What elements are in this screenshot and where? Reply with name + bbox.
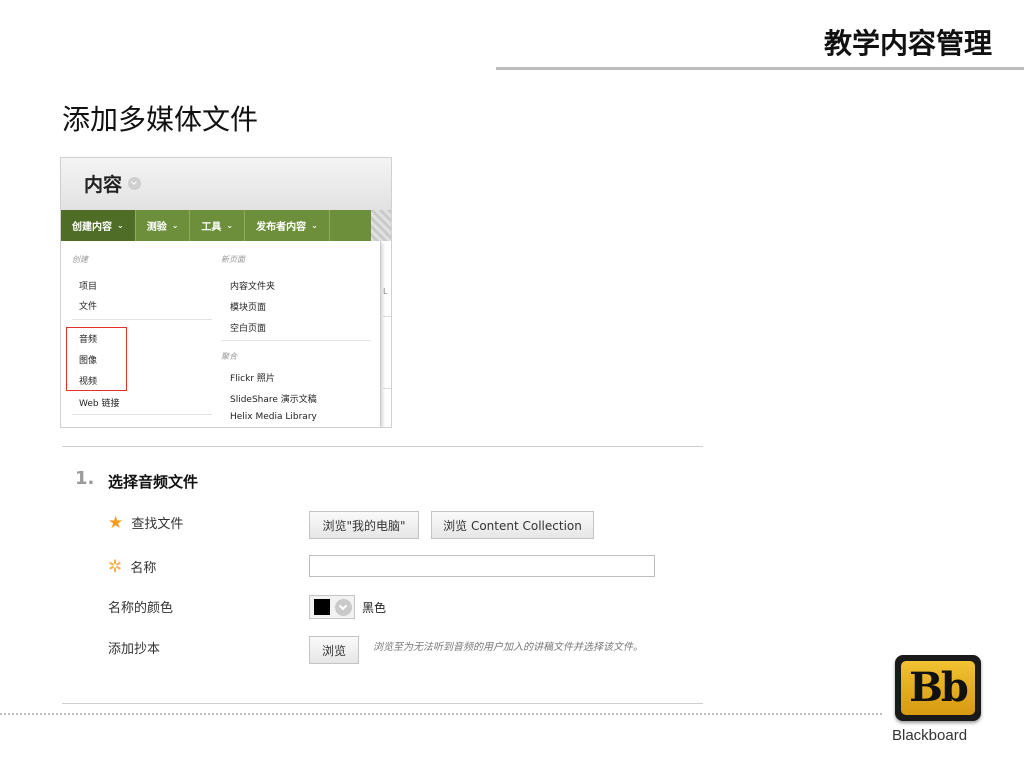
browse-my-computer-button[interactable]: 浏览"我的电脑" (309, 511, 419, 539)
transcript-browse-button[interactable]: 浏览 (309, 636, 359, 664)
menu-item-item[interactable]: 项目 (79, 279, 97, 292)
menu-item-module-page[interactable]: 模块页面 (230, 300, 266, 313)
find-file-label: ★ 查找文件 (108, 513, 184, 533)
logo-wordmark: Blackboard (892, 727, 968, 744)
dropdown-separator (72, 414, 212, 415)
dropdown-separator (72, 319, 212, 320)
name-label-text: 名称 (130, 561, 157, 576)
menu-item-content-folder[interactable]: 内容文件夹 (230, 279, 275, 292)
name-input[interactable] (309, 555, 655, 577)
create-content-dropdown: 创建 项目 文件 音频 图像 视频 Web 链接 新页面 内容文件夹 模块页面 … (61, 241, 381, 427)
tab-label: 创建内容 (72, 222, 112, 233)
chevron-down-icon: ⌄ (311, 221, 318, 230)
bleed-rule (383, 388, 391, 389)
tab-assessments[interactable]: 测验 ⌄ (136, 210, 191, 241)
tab-publisher-content[interactable]: 发布者内容 ⌄ (245, 210, 330, 241)
menu-bar-stripes (371, 210, 391, 241)
chevron-down-icon (335, 599, 352, 616)
slide-title: 教学内容管理 (823, 27, 992, 60)
name-label: ✲ 名称 (108, 557, 157, 577)
bleed-rule (383, 316, 391, 317)
content-menu-screenshot: 内容 创建内容 ⌄ 测验 ⌄ 工具 ⌄ 发布者内容 ⌄ L 创建 项目 文件 音… (60, 157, 392, 428)
blackboard-logo: Bb (895, 655, 981, 723)
color-picker[interactable] (309, 595, 355, 619)
menu-header-title: 内容 (84, 174, 123, 196)
menu-item-helix[interactable]: Helix Media Library (230, 412, 317, 422)
tab-label: 发布者内容 (256, 222, 307, 233)
color-name: 黑色 (362, 601, 387, 615)
color-swatch (314, 599, 330, 615)
menu-item-file[interactable]: 文件 (79, 299, 97, 312)
tab-label: 工具 (201, 222, 222, 233)
highlight-box (66, 327, 127, 391)
chevron-down-icon: ⌄ (226, 221, 234, 230)
step-title: 选择音频文件 (108, 473, 199, 491)
form-top-rule (62, 446, 703, 447)
menu-item-web-link[interactable]: Web 链接 (79, 396, 119, 409)
menu-item-flickr[interactable]: Flickr 照片 (230, 371, 275, 384)
menu-header: 内容 (61, 158, 391, 210)
dropdown-separator (221, 340, 371, 341)
add-transcript-label: 添加抄本 (108, 642, 161, 657)
name-color-label: 名称的颜色 (108, 601, 174, 616)
required-star-icon: ✲ (108, 557, 123, 577)
content-action-bar: 创建内容 ⌄ 测验 ⌄ 工具 ⌄ 发布者内容 ⌄ (61, 210, 371, 241)
dropdown-group-label: 聚合 (221, 352, 237, 361)
menu-item-slideshare[interactable]: SlideShare 演示文稿 (230, 392, 317, 405)
dropdown-group-label: 新页面 (221, 255, 245, 264)
section-heading: 添加多媒体文件 (62, 103, 259, 136)
dropdown-group-label: 创建 (72, 255, 88, 264)
step-number: 1. (75, 468, 95, 489)
required-star-icon: ★ (108, 513, 124, 533)
title-rule (496, 67, 1024, 70)
chevron-down-icon[interactable] (128, 177, 141, 190)
menu-item-blank-page[interactable]: 空白页面 (230, 321, 266, 334)
browse-content-collection-button[interactable]: 浏览 Content Collection (431, 511, 594, 539)
bleed-text: L (383, 287, 388, 296)
transcript-hint: 浏览至为无法听到音频的用户加入的讲稿文件并选择该文件。 (373, 642, 643, 653)
logo-mark: Bb (909, 664, 969, 711)
find-file-label-text: 查找文件 (131, 517, 184, 532)
logo-plate: Bb (901, 661, 975, 715)
chevron-down-icon: ⌄ (117, 221, 124, 230)
logo-frame: Bb (895, 655, 981, 721)
chevron-down-icon: ⌄ (171, 221, 179, 230)
footer-dotted-rule (0, 713, 882, 715)
tab-tools[interactable]: 工具 ⌄ (190, 210, 246, 241)
form-bottom-rule (62, 703, 703, 704)
tab-create-content[interactable]: 创建内容 ⌄ (61, 210, 136, 241)
tab-label: 测验 (146, 222, 167, 233)
